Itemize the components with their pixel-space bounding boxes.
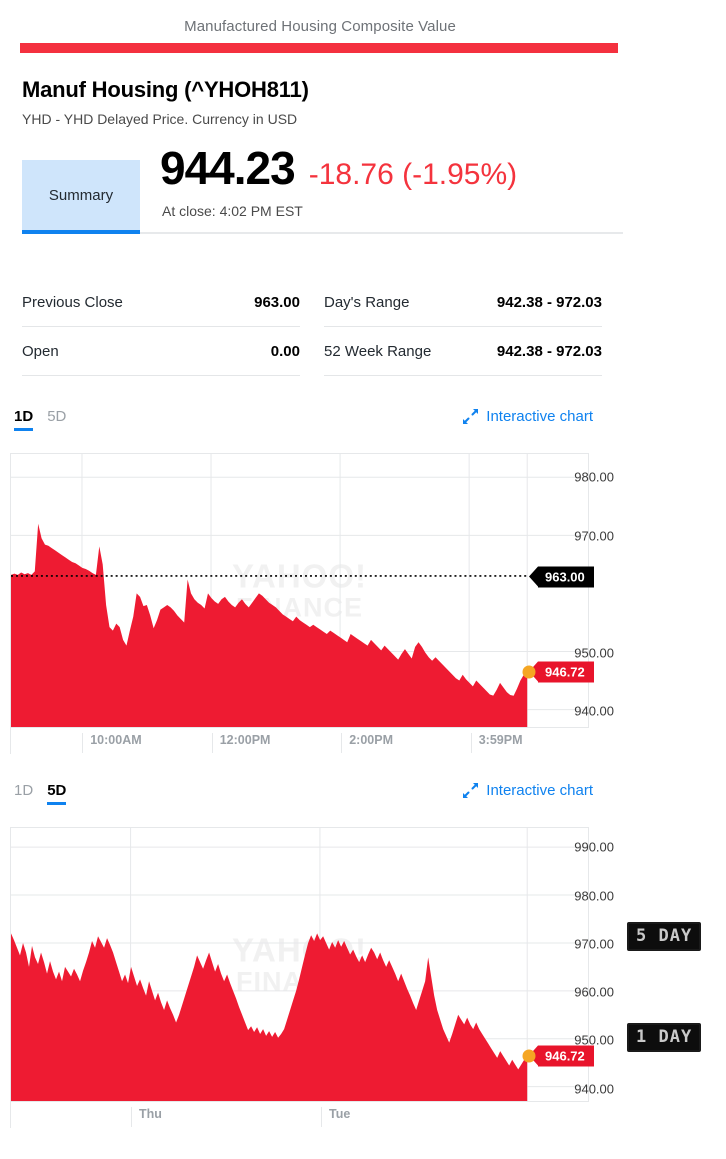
- expand-arrows-icon: [463, 409, 479, 424]
- last-price-tag: 946.72: [529, 661, 594, 683]
- stat-label: Previous Close: [22, 293, 123, 311]
- price-row: 944.23 -18.76 (-1.95%): [160, 145, 517, 191]
- y-axis-tick-label: 960.00: [574, 984, 614, 1000]
- y-axis-tick-label: 980.00: [574, 888, 614, 904]
- stat-value: 963.00: [254, 293, 300, 311]
- x-axis-tick-label: Tue: [321, 1107, 350, 1127]
- y-axis-tick-label: 950.00: [574, 645, 614, 661]
- tabs-baseline: [140, 232, 623, 234]
- y-axis-tick-label: 980.00: [574, 469, 614, 485]
- range-tab-5d[interactable]: 5D: [47, 408, 66, 431]
- chart-plot-area-1d: [11, 454, 588, 727]
- interactive-chart-label: Interactive chart: [486, 782, 593, 799]
- stats-column-right: Day's Range 942.38 - 972.03 52 Week Rang…: [324, 278, 602, 376]
- range-tab-5d[interactable]: 5D: [47, 782, 67, 805]
- interactive-chart-label: Interactive chart: [486, 408, 593, 425]
- table-row: 52 Week Range 942.38 - 972.03: [324, 327, 602, 376]
- quote-stats-table: Previous Close 963.00 Open 0.00 Day's Ra…: [22, 278, 602, 376]
- market-status-text: At close: 4:02 PM EST: [162, 203, 303, 219]
- table-row: Day's Range 942.38 - 972.03: [324, 278, 602, 327]
- y-axis-tick-label: 990.00: [574, 839, 614, 855]
- price-area-series: [11, 933, 528, 1101]
- x-axis-labels-1d: 10:00AM 12:00PM 2:00PM 3:59PM: [10, 728, 589, 754]
- x-axis-tick-label: Thu: [131, 1107, 162, 1127]
- stat-value: 0.00: [270, 342, 300, 360]
- price-chart-5d[interactable]: YAHOO! FINANCE 990.00980.00970.00960.009…: [10, 827, 614, 1102]
- stat-label: Open: [22, 342, 59, 360]
- y-axis-tick-label: 970.00: [574, 528, 614, 544]
- range-tab-1d[interactable]: 1D: [14, 782, 33, 805]
- quote-subtitle: YHD - YHD Delayed Price. Currency in USD: [22, 111, 298, 127]
- y-axis-tick-label: 940.00: [574, 1081, 614, 1097]
- brand-red-bar: [20, 43, 618, 53]
- x-axis-tick-label: 12:00PM: [211, 733, 270, 753]
- x-axis-tick-label: 2:00PM: [341, 733, 393, 753]
- stat-value: 942.38 - 972.03: [496, 293, 602, 311]
- range-tabs-5d: 1D 5D: [14, 782, 67, 805]
- previous-close-tag: 963.00: [529, 566, 594, 588]
- current-price: 944.23: [160, 142, 296, 194]
- annotation-badge-1-day: 1 DAY: [627, 1023, 702, 1052]
- interactive-chart-link-5d[interactable]: Interactive chart: [462, 782, 593, 799]
- chart-plot-area-5d: [11, 828, 588, 1101]
- tab-summary[interactable]: Summary: [22, 160, 140, 230]
- last-price-tag: 946.72: [529, 1045, 594, 1067]
- last-price-marker: [522, 665, 536, 679]
- price-chart-1d[interactable]: YAHOO! FINANCE 980.00 970.00 950.00 940.00 …: [10, 453, 614, 728]
- price-change: -18.76 (-1.95%): [308, 158, 518, 191]
- table-row: Previous Close 963.00: [22, 278, 300, 327]
- tab-summary-underline: [22, 230, 140, 234]
- stat-value: 942.38 - 972.03: [496, 342, 602, 360]
- range-tabs-1d: 1D 5D: [14, 408, 66, 431]
- quote-name: Manuf Housing (^YHOH811): [22, 77, 309, 102]
- interactive-chart-link-1d[interactable]: Interactive chart: [462, 408, 593, 425]
- range-tab-1d[interactable]: 1D: [14, 408, 34, 431]
- page-title: Manufactured Housing Composite Value: [184, 18, 456, 35]
- last-price-marker: [522, 1049, 536, 1063]
- expand-arrows-icon: [463, 783, 479, 798]
- x-axis-tick-label: 3:59PM: [470, 733, 523, 753]
- x-axis-labels-5d: Thu Tue: [10, 1102, 589, 1128]
- y-axis-labels-1d: 980.00 970.00 950.00 940.00: [530, 454, 630, 727]
- y-axis-tick-label: 940.00: [574, 703, 614, 719]
- stat-label: 52 Week Range: [324, 342, 432, 360]
- annotation-badge-5-day: 5 DAY: [627, 922, 702, 951]
- stat-label: Day's Range: [324, 293, 410, 311]
- x-axis-tick-label: 10:00AM: [82, 733, 142, 753]
- price-area-series: [11, 523, 528, 727]
- table-row: Open 0.00: [22, 327, 300, 376]
- y-axis-tick-label: 970.00: [574, 936, 614, 952]
- stats-column-left: Previous Close 963.00 Open 0.00: [22, 278, 300, 376]
